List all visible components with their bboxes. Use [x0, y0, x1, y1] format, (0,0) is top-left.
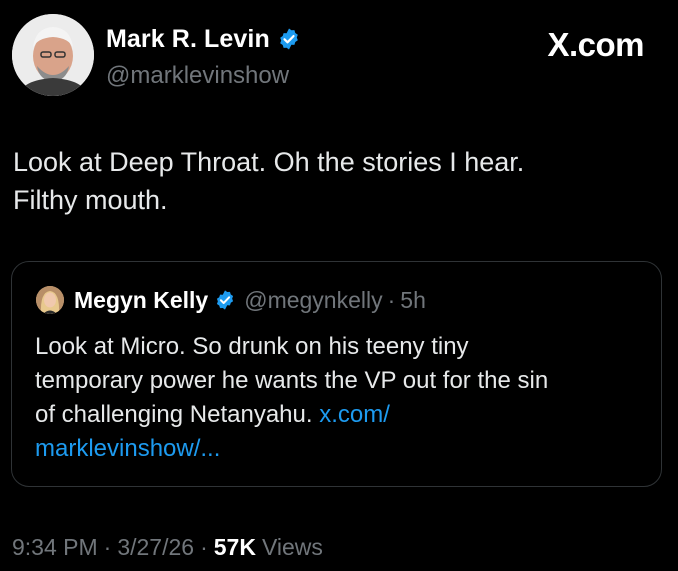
author-name-block: Mark R. Levin @marklevinshow [106, 22, 301, 90]
author-avatar[interactable] [12, 14, 94, 96]
quoted-text-line: marklevinshow/... [35, 432, 645, 466]
meta-separator: · [200, 533, 208, 560]
tweet-text: Look at Deep Throat. Oh the stories I he… [13, 143, 653, 219]
meta-separator: · [103, 533, 112, 560]
quoted-text-line: Look at Micro. So drunk on his teeny tin… [35, 333, 469, 360]
avatar-photo-icon [12, 14, 94, 96]
quoted-text-line: of challenging Netanyahu. x.com/ [35, 398, 645, 432]
quoted-header-separator: · [387, 286, 396, 313]
display-name-line: Mark R. Levin [106, 22, 301, 56]
quoted-tweet-header: Megyn Kelly @megynkelly · 5h [36, 284, 426, 316]
tweet-date[interactable]: 3/27/26 [117, 534, 194, 561]
quoted-text-line-end: of challenging Netanyahu. [35, 401, 313, 428]
quoted-text-line: temporary power he wants the VP out for … [35, 367, 549, 394]
views-label: Views [261, 533, 323, 560]
verified-badge-icon [280, 28, 298, 50]
quoted-author-avatar [36, 286, 64, 314]
view-count[interactable]: 57K [214, 534, 256, 561]
tweet-meta-row: 9:34 PM · 3/27/26 · 57K Views [12, 530, 323, 564]
quoted-tweet-link-continued[interactable]: marklevinshow/... [35, 435, 220, 462]
verified-badge-icon [217, 290, 234, 310]
tweet: Mark R. Levin @marklevinshow X.com Look … [0, 0, 678, 571]
tweet-text-line: Filthy mouth. [13, 185, 168, 215]
quoted-tweet-link[interactable]: x.com/ [319, 401, 390, 428]
author-display-name[interactable]: Mark R. Levin [106, 25, 270, 54]
tweet-text-line: Look at Deep Throat. Oh the stories I he… [13, 147, 525, 177]
quoted-tweet-card[interactable]: Megyn Kelly @megynkelly · 5h Look at Mic… [11, 261, 662, 487]
quoted-tweet-text: Look at Micro. So drunk on his teeny tin… [35, 330, 645, 466]
avatar-photo-icon [36, 286, 64, 314]
x-site-mark: X.com [547, 26, 644, 63]
author-handle[interactable]: @marklevinshow [106, 62, 301, 90]
author-row: Mark R. Levin @marklevinshow X.com [12, 14, 666, 98]
quoted-tweet-time[interactable]: 5h [400, 287, 426, 314]
quoted-author-handle[interactable]: @megynkelly [244, 287, 382, 314]
tweet-time[interactable]: 9:34 PM [12, 534, 98, 561]
quoted-author-display-name[interactable]: Megyn Kelly [74, 287, 208, 314]
